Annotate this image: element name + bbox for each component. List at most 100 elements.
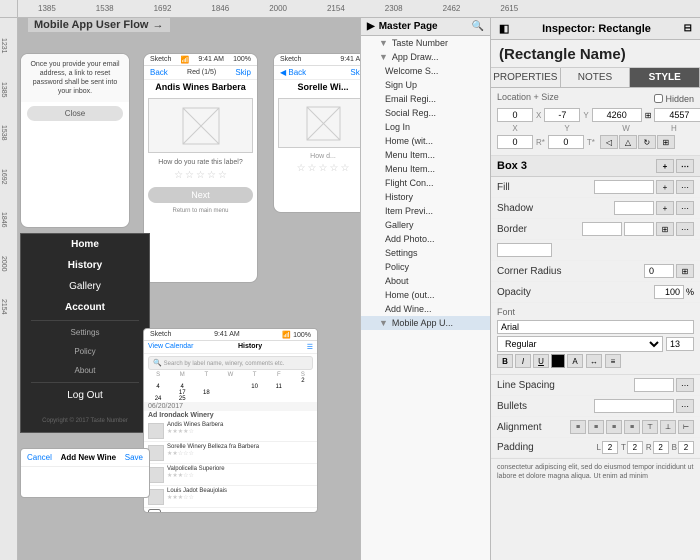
border-menu-btn[interactable]: ⋯: [676, 222, 694, 236]
shadow-add-btn[interactable]: +: [656, 201, 674, 215]
align-right-btn[interactable]: ≡: [606, 420, 622, 434]
fill-dropdown[interactable]: [594, 180, 654, 194]
align-center-btn[interactable]: ≡: [588, 420, 604, 434]
flip-btn2[interactable]: ⊞: [657, 135, 675, 149]
italic-btn[interactable]: I: [515, 354, 531, 368]
menu-settings[interactable]: Settings: [21, 323, 149, 342]
font-style-select[interactable]: Regular Bold Italic: [497, 336, 663, 352]
view-calendar-link[interactable]: View Calendar: [148, 343, 193, 351]
menu-history[interactable]: History: [21, 255, 149, 276]
tab-properties[interactable]: PROPERTIES: [491, 68, 561, 87]
border-style-dropdown[interactable]: [582, 222, 622, 236]
layer-home-wit[interactable]: Home (wit...: [361, 134, 490, 148]
return-link[interactable]: Return to main menu: [144, 207, 257, 215]
layer-taste-number[interactable]: ▼ Taste Number: [361, 36, 490, 50]
menu-icon[interactable]: ☰: [307, 343, 313, 351]
cancel-button[interactable]: Cancel: [27, 453, 52, 462]
bold-btn[interactable]: B: [497, 354, 513, 368]
next-button[interactable]: Next: [148, 187, 253, 203]
pad-t-field[interactable]: [627, 441, 643, 454]
border-width-dropdown[interactable]: [497, 243, 552, 257]
align-top-btn[interactable]: ⊤: [642, 420, 658, 434]
align-left-btn[interactable]: ≡: [570, 420, 586, 434]
layer-signup[interactable]: Sign Up: [361, 78, 490, 92]
layer-mobile-app[interactable]: ▼ Mobile App U...: [361, 316, 490, 330]
layer-add-photo[interactable]: Add Photo...: [361, 232, 490, 246]
layer-home-out[interactable]: Home (out...: [361, 288, 490, 302]
align-middle-btn[interactable]: ⊥: [660, 420, 676, 434]
text-extra-btn[interactable]: ↔: [586, 354, 602, 368]
fill-menu-btn[interactable]: ⋯: [676, 180, 694, 194]
text-color-btn[interactable]: A: [567, 354, 583, 368]
corner-radius-field[interactable]: [644, 264, 674, 278]
corner-radius-btn[interactable]: ⊞: [676, 264, 694, 278]
layer-flight-con[interactable]: Flight Con...: [361, 176, 490, 190]
opacity-field[interactable]: [654, 285, 684, 299]
underline-btn[interactable]: U: [533, 354, 549, 368]
notes-added-checkbox[interactable]: [148, 509, 161, 513]
layer-email-regi[interactable]: Email Regi...: [361, 92, 490, 106]
line-spacing-btn[interactable]: ⋯: [676, 378, 694, 392]
close-button[interactable]: Close: [27, 106, 123, 121]
layer-item-previ[interactable]: Item Previ...: [361, 204, 490, 218]
t-field[interactable]: [548, 135, 584, 149]
w-field[interactable]: [592, 108, 642, 122]
line-spacing-dropdown[interactable]: [634, 378, 674, 392]
layer-app-draw[interactable]: ▼ App Draw...: [361, 50, 490, 64]
phone3-back[interactable]: ◀ Back: [280, 68, 306, 77]
layer-about[interactable]: About: [361, 274, 490, 288]
skip-button[interactable]: Skip: [235, 68, 251, 77]
box3-add-btn[interactable]: +: [656, 159, 674, 173]
layer-social-reg[interactable]: Social Reg...: [361, 106, 490, 120]
layer-login[interactable]: Log In: [361, 120, 490, 134]
layers-search-icon[interactable]: 🔍: [472, 21, 484, 32]
shadow-dropdown[interactable]: [614, 201, 654, 215]
border-color-dropdown[interactable]: [624, 222, 654, 236]
fill-add-btn[interactable]: +: [656, 180, 674, 194]
rotate-btn[interactable]: ↻: [638, 135, 656, 149]
layer-policy[interactable]: Policy: [361, 260, 490, 274]
x-field[interactable]: [497, 108, 533, 122]
layer-welcome[interactable]: Welcome S...: [361, 64, 490, 78]
layer-menu-item2[interactable]: Menu Item...: [361, 162, 490, 176]
layer-menu-item1[interactable]: Menu Item...: [361, 148, 490, 162]
menu-home[interactable]: Home: [21, 234, 149, 255]
layer-gallery[interactable]: Gallery: [361, 218, 490, 232]
menu-about[interactable]: About: [21, 361, 149, 380]
star-rating[interactable]: ☆☆☆☆☆: [144, 168, 257, 183]
bullets-dropdown[interactable]: [594, 399, 674, 413]
layer-settings[interactable]: Settings: [361, 246, 490, 260]
layer-history[interactable]: History: [361, 190, 490, 204]
layer-add-wine[interactable]: Add Wine...: [361, 302, 490, 316]
pad-l-field[interactable]: [602, 441, 618, 454]
back-button[interactable]: Back: [150, 68, 168, 77]
tab-style[interactable]: STYLE: [630, 68, 700, 87]
text-extra-btn2[interactable]: ≡: [605, 354, 621, 368]
menu-account[interactable]: Account: [21, 297, 149, 318]
box3-menu-btn[interactable]: ⋯: [676, 159, 694, 173]
font-size-field[interactable]: [666, 337, 694, 351]
bullets-btn[interactable]: ⋯: [676, 399, 694, 413]
phone3-stars[interactable]: ☆☆☆☆☆: [274, 161, 372, 176]
font-name-field[interactable]: [497, 320, 694, 334]
menu-gallery[interactable]: Gallery: [21, 276, 149, 297]
rect-name[interactable]: (Rectangle Name): [491, 40, 700, 68]
flip-v-btn[interactable]: △: [619, 135, 637, 149]
pad-b-field[interactable]: [678, 441, 694, 454]
r-field[interactable]: [497, 135, 533, 149]
tab-notes[interactable]: NOTES: [561, 68, 631, 87]
hidden-checkbox[interactable]: [654, 94, 663, 103]
shadow-menu-btn[interactable]: ⋯: [676, 201, 694, 215]
y-field[interactable]: [544, 108, 580, 122]
flip-h-btn[interactable]: ◁: [600, 135, 618, 149]
pad-r-field[interactable]: [653, 441, 669, 454]
border-add-btn[interactable]: ⊞: [656, 222, 674, 236]
h-field[interactable]: [654, 108, 700, 122]
align-bottom-btn[interactable]: ⊢: [678, 420, 694, 434]
align-justify-btn[interactable]: ≡: [624, 420, 640, 434]
save-button[interactable]: Save: [125, 453, 143, 462]
text-color-swatch[interactable]: [551, 354, 565, 368]
search-bar[interactable]: 🔍 Search by label name, winery, comments…: [148, 356, 313, 370]
menu-policy[interactable]: Policy: [21, 342, 149, 361]
inspector-collapse-icon[interactable]: ⊟: [684, 23, 692, 34]
